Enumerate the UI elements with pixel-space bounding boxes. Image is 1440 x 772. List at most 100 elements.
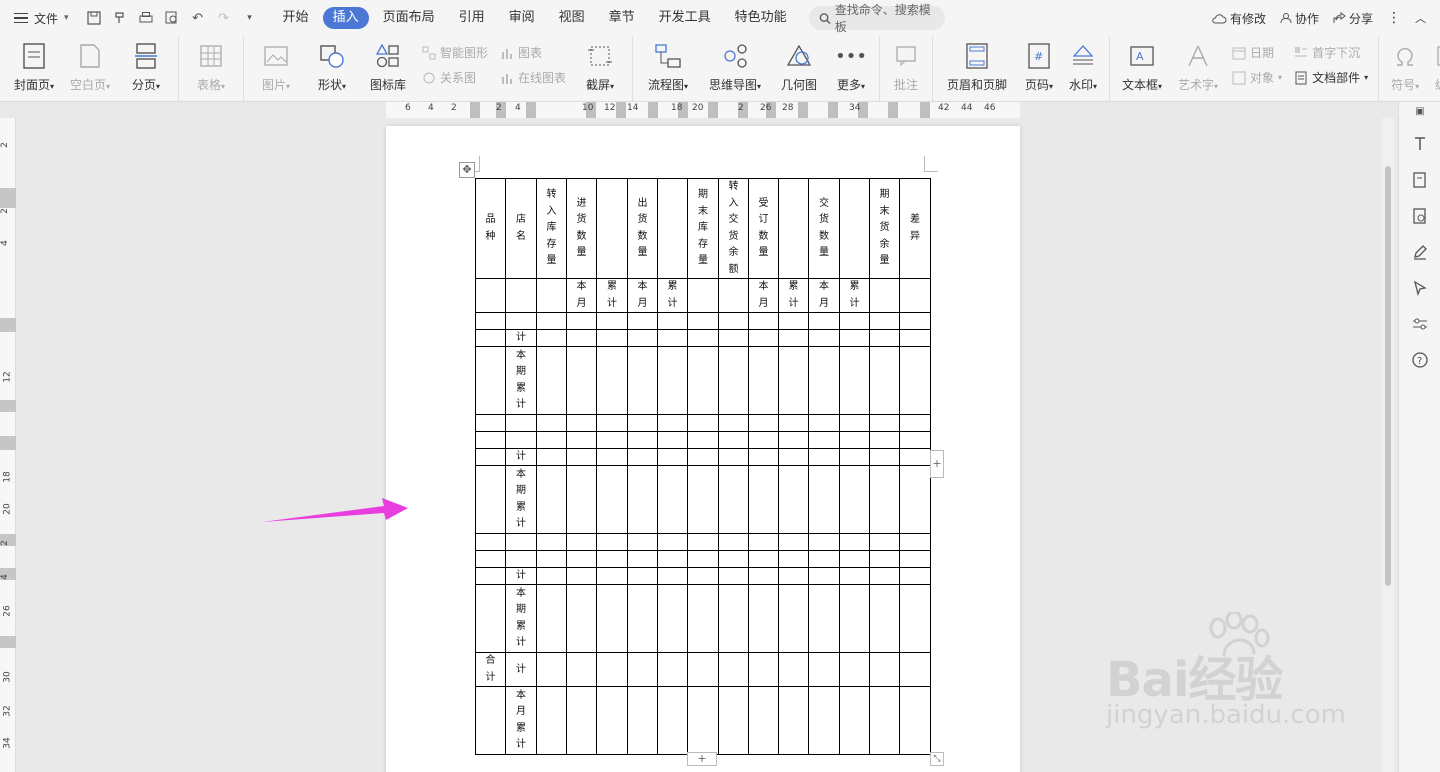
symbol-button[interactable]: 符号▾ <box>1383 40 1427 98</box>
mindmap-button[interactable]: 思维导图▾ <box>699 40 771 98</box>
header-cell[interactable]: 店名 <box>505 178 537 279</box>
tab-special-features[interactable]: 特色功能 <box>725 7 797 29</box>
table-cell[interactable] <box>475 329 506 347</box>
table-cell[interactable] <box>627 312 658 330</box>
table-cell[interactable] <box>808 652 840 687</box>
table-cell[interactable] <box>475 278 506 313</box>
table-cell[interactable] <box>718 652 749 687</box>
table-cell[interactable] <box>718 448 749 466</box>
table-cell[interactable] <box>748 550 779 568</box>
tab-insert[interactable]: 插入 <box>322 7 369 29</box>
text-style-icon[interactable] <box>1410 134 1430 154</box>
undo-icon[interactable]: ↶ <box>187 7 209 29</box>
shape-button[interactable]: 形状▾ <box>304 40 360 98</box>
table-cell[interactable] <box>748 584 779 653</box>
table-cell[interactable] <box>839 465 870 534</box>
table-cell[interactable] <box>899 465 931 534</box>
table-cell[interactable] <box>839 414 870 432</box>
table-cell[interactable] <box>536 465 567 534</box>
table-cell[interactable] <box>566 652 597 687</box>
table-cell[interactable]: 本月 <box>808 278 840 313</box>
table-cell[interactable] <box>475 686 506 755</box>
table-cell[interactable] <box>657 686 688 755</box>
table-cell[interactable] <box>687 312 719 330</box>
table-cell[interactable] <box>505 533 537 551</box>
header-cell[interactable] <box>596 178 628 279</box>
watermark-button[interactable]: 水印▾ <box>1061 40 1105 98</box>
table-cell[interactable] <box>566 312 597 330</box>
table-cell[interactable] <box>536 584 567 653</box>
tab-developer[interactable]: 开发工具 <box>649 7 721 29</box>
table-cell[interactable] <box>475 567 506 585</box>
table-cell[interactable] <box>748 465 779 534</box>
table-cell[interactable] <box>596 567 628 585</box>
save-icon[interactable] <box>83 7 105 29</box>
table-cell[interactable] <box>899 567 931 585</box>
table-cell[interactable] <box>808 312 840 330</box>
comment-button[interactable]: 批注 <box>884 40 928 98</box>
share-button[interactable]: 分享 <box>1333 10 1373 27</box>
sliders-icon[interactable] <box>1410 314 1430 334</box>
table-cell[interactable] <box>657 550 688 568</box>
table-cell[interactable] <box>475 465 506 534</box>
table-cell[interactable] <box>899 686 931 755</box>
table-cell[interactable] <box>718 550 749 568</box>
table-cell[interactable] <box>778 652 809 687</box>
doc-settings-icon[interactable] <box>1410 206 1430 226</box>
table-cell[interactable] <box>899 278 931 313</box>
tab-page-layout[interactable]: 页面布局 <box>373 7 445 29</box>
doc-format-icon[interactable] <box>1410 170 1430 190</box>
table-cell[interactable] <box>596 652 628 687</box>
table-cell[interactable] <box>869 686 900 755</box>
table-cell[interactable] <box>536 346 567 415</box>
customize-chevron-icon[interactable]: ▾ <box>239 7 261 29</box>
table-cell[interactable]: 计 <box>505 448 537 466</box>
table-cell[interactable] <box>627 431 658 449</box>
header-cell[interactable] <box>839 178 870 279</box>
numbering-button[interactable]: # 编号 <box>1427 40 1440 98</box>
table-cell[interactable] <box>687 431 719 449</box>
table-cell[interactable] <box>627 465 658 534</box>
table-cell[interactable]: 本期累计 <box>505 465 537 534</box>
table-cell[interactable] <box>657 329 688 347</box>
table-cell[interactable] <box>627 686 658 755</box>
textbox-button[interactable]: A 文本框▾ <box>1114 40 1170 98</box>
header-cell[interactable]: 品种 <box>475 178 506 279</box>
inventory-table[interactable]: 品种 店名 转入库存量 进货数量 出货数量 期末库存量 转入交货余额 受订数量 … <box>475 178 931 755</box>
header-cell[interactable] <box>778 178 809 279</box>
header-cell[interactable]: 出货数量 <box>627 178 658 279</box>
table-cell[interactable] <box>778 550 809 568</box>
table-cell[interactable] <box>778 312 809 330</box>
table-resize-handle-icon[interactable]: ⤡ <box>930 752 944 766</box>
horizontal-ruler[interactable]: 6 4 2 2 4 10 12 14 18 20 2 26 28 34 42 4… <box>0 102 1398 118</box>
table-cell[interactable] <box>899 550 931 568</box>
header-cell[interactable]: 转入库存量 <box>536 178 567 279</box>
table-cell[interactable] <box>869 550 900 568</box>
table-cell[interactable] <box>778 533 809 551</box>
table-cell[interactable] <box>808 448 840 466</box>
table-cell[interactable] <box>505 550 537 568</box>
table-cell[interactable] <box>596 414 628 432</box>
object-button[interactable]: 对象 ▾ <box>1232 69 1282 86</box>
table-cell[interactable] <box>505 312 537 330</box>
table-cell[interactable] <box>657 448 688 466</box>
table-cell[interactable] <box>596 533 628 551</box>
table-cell[interactable] <box>778 346 809 415</box>
table-cell[interactable]: 计 <box>505 567 537 585</box>
table-cell[interactable] <box>475 346 506 415</box>
table-cell[interactable] <box>718 686 749 755</box>
table-cell[interactable] <box>687 414 719 432</box>
table-cell[interactable] <box>627 584 658 653</box>
table-cell[interactable] <box>657 533 688 551</box>
table-cell[interactable] <box>778 465 809 534</box>
table-cell[interactable] <box>505 431 537 449</box>
table-cell[interactable] <box>899 329 931 347</box>
table-cell[interactable] <box>869 584 900 653</box>
table-cell[interactable] <box>596 550 628 568</box>
geometry-button[interactable]: 几何图 <box>771 40 827 98</box>
table-cell[interactable] <box>748 312 779 330</box>
table-cell[interactable] <box>718 584 749 653</box>
table-cell[interactable] <box>475 533 506 551</box>
header-cell[interactable]: 差异 <box>899 178 931 279</box>
table-cell[interactable] <box>839 550 870 568</box>
